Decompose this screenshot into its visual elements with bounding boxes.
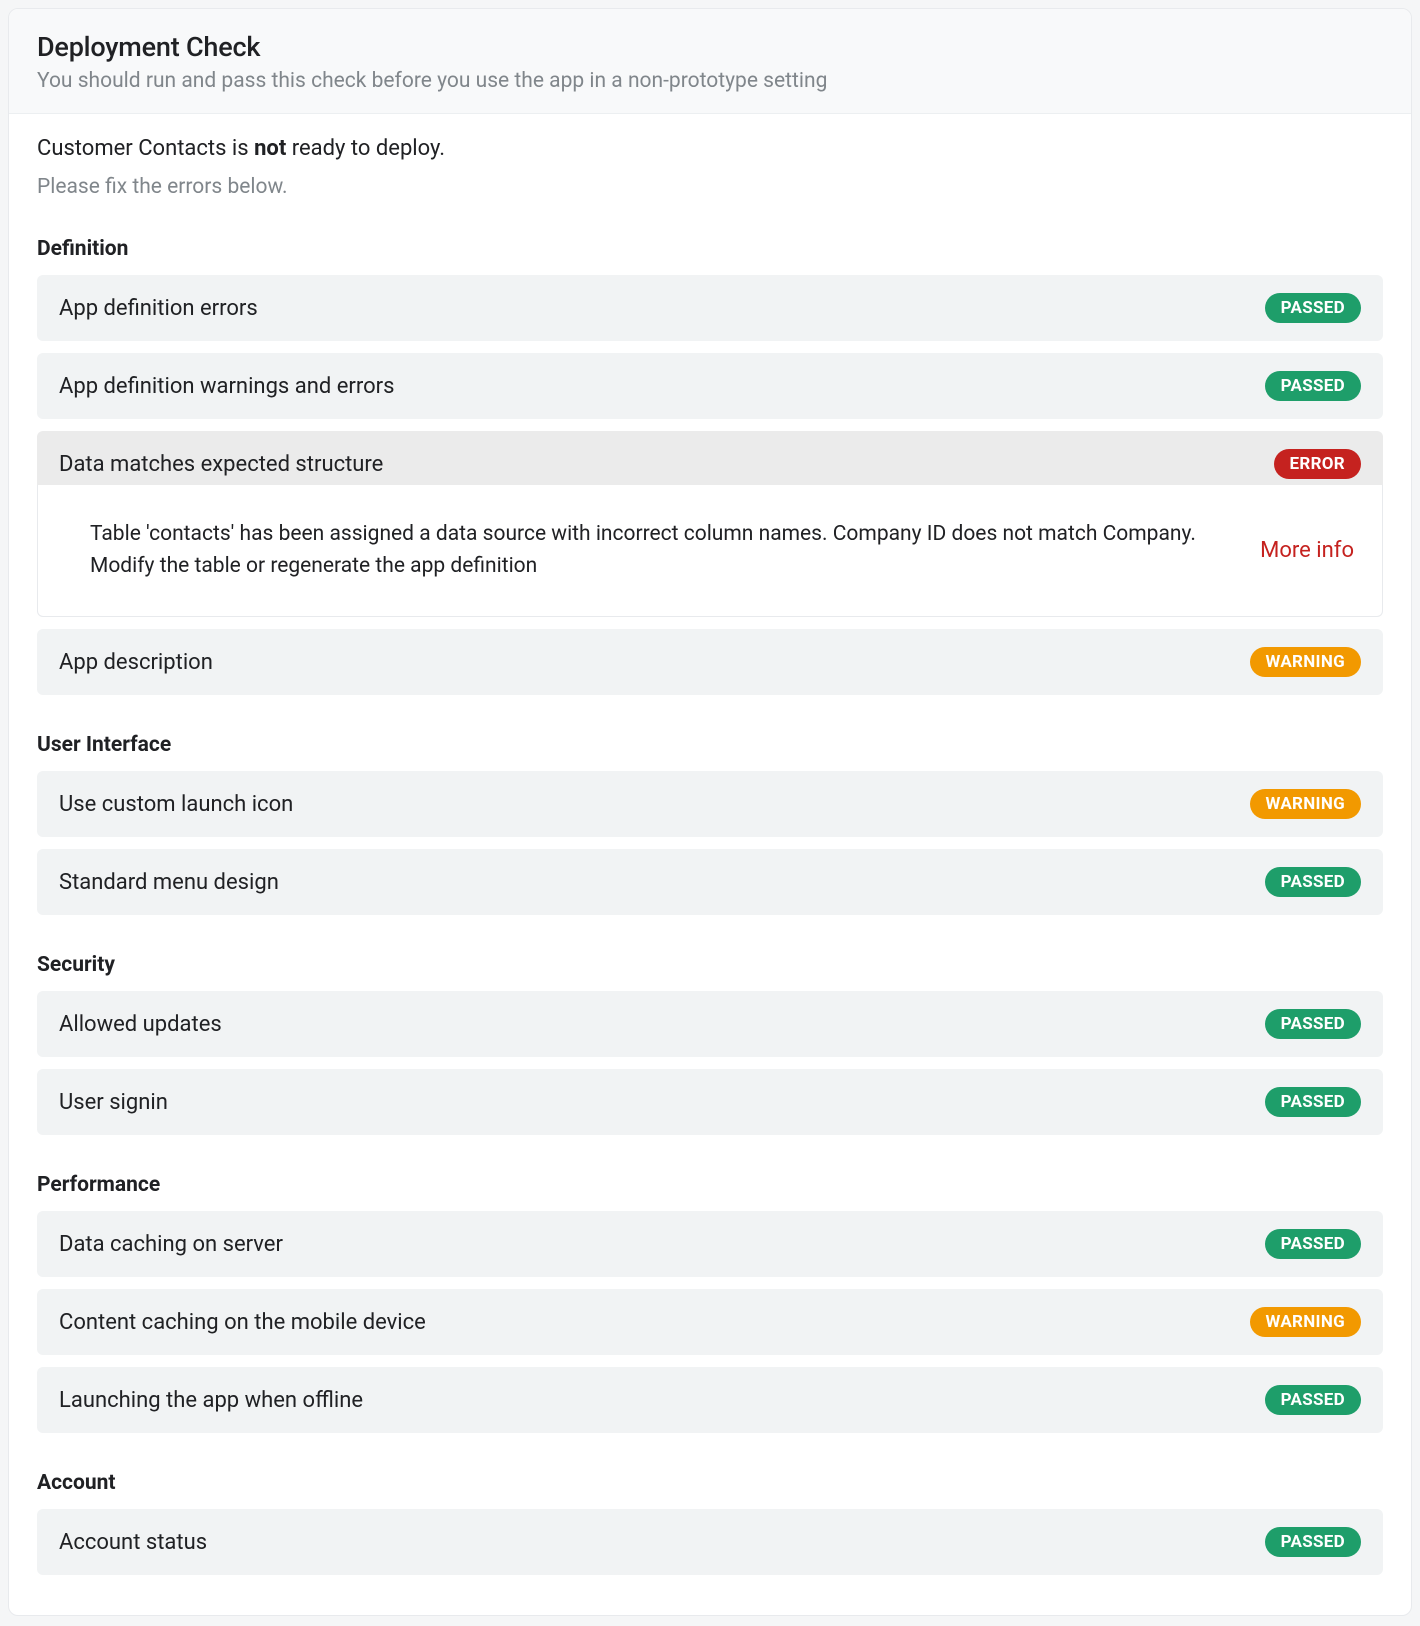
check-label: Data caching on server [59,1232,283,1257]
check-label: App definition errors [59,296,258,321]
error-detail-text: Table 'contacts' has been assigned a dat… [90,519,1220,582]
status-emphasis: not [254,136,286,161]
check-row-app-definition-errors[interactable]: App definition errors PASSED [37,275,1383,341]
check-label: Account status [59,1530,207,1555]
section-title-definition: Definition [37,237,1383,261]
check-row-app-definition-warnings[interactable]: App definition warnings and errors PASSE… [37,353,1383,419]
status-badge-warning: WARNING [1250,647,1361,677]
section-title-ui: User Interface [37,733,1383,757]
page-subtitle: You should run and pass this check befor… [37,69,1383,93]
check-label: App description [59,650,213,675]
status-badge-warning: WARNING [1250,789,1361,819]
check-row-user-signin[interactable]: User signin PASSED [37,1069,1383,1135]
status-prefix: Customer Contacts is [37,136,254,161]
check-row-standard-menu[interactable]: Standard menu design PASSED [37,849,1383,915]
check-row-custom-launch-icon[interactable]: Use custom launch icon WARNING [37,771,1383,837]
status-badge-error: ERROR [1274,449,1361,479]
section-title-account: Account [37,1471,1383,1495]
status-badge-passed: PASSED [1265,1087,1361,1117]
check-label: Launching the app when offline [59,1388,363,1413]
section-title-performance: Performance [37,1173,1383,1197]
more-info-link[interactable]: More info [1260,538,1354,563]
deploy-status-sub: Please fix the errors below. [37,175,1383,199]
status-badge-passed: PASSED [1265,867,1361,897]
section-title-security: Security [37,953,1383,977]
check-label: User signin [59,1090,168,1115]
card-body: Customer Contacts is not ready to deploy… [9,114,1411,1615]
status-suffix: ready to deploy. [286,136,445,161]
check-label: Use custom launch icon [59,792,293,817]
check-label: Data matches expected structure [59,452,383,477]
deploy-status-line: Customer Contacts is not ready to deploy… [37,136,1383,161]
status-badge-passed: PASSED [1265,293,1361,323]
page-title: Deployment Check [37,31,1383,63]
card-header: Deployment Check You should run and pass… [9,9,1411,114]
check-label: Allowed updates [59,1012,222,1037]
check-row-launch-offline[interactable]: Launching the app when offline PASSED [37,1367,1383,1433]
check-row-account-status[interactable]: Account status PASSED [37,1509,1383,1575]
check-row-app-description[interactable]: App description WARNING [37,629,1383,695]
check-row-content-caching[interactable]: Content caching on the mobile device WAR… [37,1289,1383,1355]
status-badge-passed: PASSED [1265,1009,1361,1039]
error-detail-panel: Table 'contacts' has been assigned a dat… [37,485,1383,617]
deployment-check-card: Deployment Check You should run and pass… [8,8,1412,1616]
check-label: Content caching on the mobile device [59,1310,426,1335]
status-badge-passed: PASSED [1265,1229,1361,1259]
check-row-allowed-updates[interactable]: Allowed updates PASSED [37,991,1383,1057]
check-row-data-caching[interactable]: Data caching on server PASSED [37,1211,1383,1277]
status-badge-passed: PASSED [1265,1385,1361,1415]
status-badge-passed: PASSED [1265,371,1361,401]
check-label: App definition warnings and errors [59,374,394,399]
check-label: Standard menu design [59,870,279,895]
status-badge-warning: WARNING [1250,1307,1361,1337]
status-badge-passed: PASSED [1265,1527,1361,1557]
